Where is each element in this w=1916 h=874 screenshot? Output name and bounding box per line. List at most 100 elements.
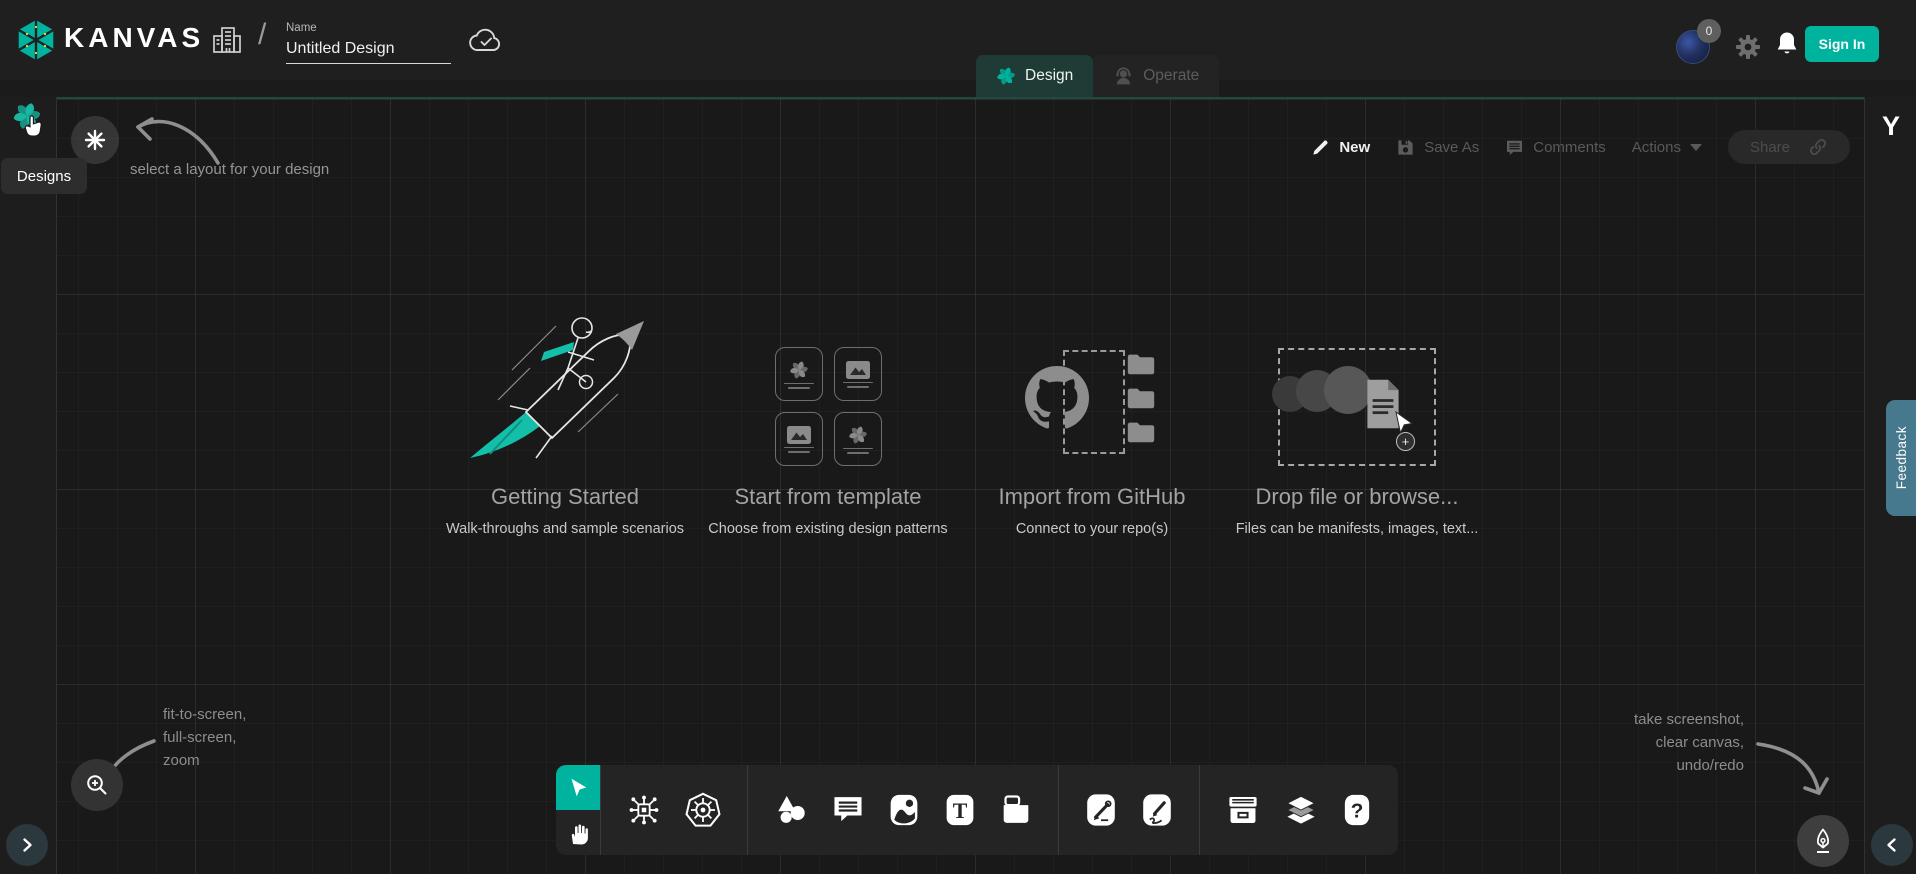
new-button[interactable]: New bbox=[1311, 138, 1370, 157]
design-name-label: Name bbox=[286, 22, 451, 34]
template-thumb-design bbox=[834, 412, 882, 466]
zoom-hint-text: fit-to-screen, full-screen, zoom bbox=[163, 703, 246, 772]
folder-icon bbox=[1127, 386, 1155, 410]
card-title: Getting Started bbox=[440, 484, 690, 510]
save-as-button[interactable]: Save As bbox=[1396, 138, 1479, 157]
template-thumb-image bbox=[834, 347, 882, 401]
kubernetes-icon bbox=[685, 792, 721, 828]
actions-dropdown[interactable]: Actions bbox=[1632, 139, 1702, 156]
rocket-illustration bbox=[440, 328, 690, 466]
plus-badge-icon: + bbox=[1396, 432, 1415, 451]
card-import-from-github[interactable]: Import from GitHub Connect to your repo(… bbox=[967, 328, 1217, 548]
shapes-tool[interactable] bbox=[774, 794, 808, 826]
hand-pointer-cursor-icon bbox=[20, 113, 46, 141]
new-label: New bbox=[1339, 139, 1370, 156]
pan-tool-button[interactable] bbox=[556, 810, 600, 855]
select-cursor-icon bbox=[565, 775, 591, 801]
dropzone-dash-box[interactable]: + bbox=[1278, 348, 1436, 466]
svg-text:?: ? bbox=[1351, 799, 1364, 822]
tab-operate[interactable]: Operate bbox=[1093, 55, 1219, 97]
magnifier-plus-icon bbox=[84, 772, 110, 798]
github-octocat-icon bbox=[1025, 366, 1089, 430]
comment-tool[interactable] bbox=[832, 794, 864, 826]
chevron-left-icon bbox=[1883, 836, 1901, 854]
canvas-hint-text: take screenshot, clear canvas, undo/redo bbox=[1634, 708, 1744, 777]
folder-icon bbox=[1127, 420, 1155, 444]
note-icon bbox=[1000, 794, 1032, 826]
canvas-bottom-toolbar: T bbox=[556, 765, 1398, 855]
github-illustration bbox=[1025, 348, 1159, 466]
image-tool[interactable] bbox=[888, 793, 920, 827]
drawer-tool[interactable] bbox=[1226, 794, 1260, 826]
folder-icon bbox=[1127, 352, 1155, 376]
comment-icon bbox=[832, 794, 864, 826]
text-tool[interactable]: T bbox=[944, 793, 976, 827]
sketch-tool[interactable] bbox=[1141, 792, 1173, 828]
caret-down-icon bbox=[1690, 144, 1702, 151]
select-layout-button[interactable] bbox=[71, 116, 119, 164]
designs-tooltip: Designs bbox=[1, 158, 87, 194]
comments-button[interactable]: Comments bbox=[1505, 138, 1606, 157]
card-subtitle: Walk-throughs and sample scenarios bbox=[440, 521, 690, 537]
select-tool-button[interactable] bbox=[556, 765, 600, 810]
sign-in-button[interactable]: Sign In bbox=[1805, 26, 1879, 62]
card-drop-file-or-browse[interactable]: + Drop file or browse... Files can be ma… bbox=[1228, 328, 1486, 548]
kanvas-hexagon-logo[interactable] bbox=[14, 18, 58, 62]
design-spiral-icon bbox=[996, 66, 1016, 86]
pan-hand-icon bbox=[565, 820, 591, 846]
app-title: KANVAS bbox=[64, 22, 204, 54]
share-label: Share bbox=[1750, 139, 1790, 156]
annotate-pen-button[interactable] bbox=[1797, 815, 1849, 867]
card-start-from-template[interactable]: Start from template Choose from existing… bbox=[703, 328, 953, 548]
operate-person-icon bbox=[1113, 66, 1134, 87]
zoom-button[interactable] bbox=[71, 759, 123, 811]
actions-label: Actions bbox=[1632, 139, 1681, 156]
feedback-label: Feedback bbox=[1894, 426, 1909, 489]
left-dock bbox=[0, 97, 57, 874]
help-tool[interactable]: ? bbox=[1342, 793, 1372, 827]
comment-icon bbox=[1505, 138, 1524, 157]
card-getting-started[interactable]: Getting Started Walk-throughs and sample… bbox=[440, 328, 690, 548]
expand-left-panel-button[interactable] bbox=[6, 824, 48, 866]
settings-gear-icon[interactable] bbox=[1735, 34, 1761, 60]
collapse-right-panel-button[interactable] bbox=[1871, 824, 1913, 866]
cloud-sync-icon[interactable] bbox=[468, 26, 504, 56]
layers-tool[interactable] bbox=[1284, 793, 1318, 827]
card-subtitle: Choose from existing design patterns bbox=[703, 521, 953, 537]
design-name-input[interactable] bbox=[286, 38, 451, 64]
canvas-grid[interactable] bbox=[0, 97, 1916, 874]
canvas-action-bar: New Save As Comments Actions Share bbox=[1311, 130, 1850, 164]
tab-design-label: Design bbox=[1025, 67, 1073, 85]
tab-design[interactable]: Design bbox=[976, 55, 1093, 97]
layers-icon bbox=[1284, 793, 1318, 827]
kubernetes-tool[interactable] bbox=[685, 792, 721, 828]
design-name-group: Name bbox=[286, 22, 451, 64]
image-icon bbox=[888, 793, 920, 827]
comments-label: Comments bbox=[1533, 139, 1606, 156]
layout-hint-text: select a layout for your design bbox=[130, 161, 329, 178]
template-thumb-design bbox=[775, 347, 823, 401]
card-title: Start from template bbox=[703, 484, 953, 510]
mode-tabbar: Design Operate bbox=[976, 55, 1219, 97]
pen-nib-icon bbox=[1809, 827, 1837, 855]
card-title: Drop file or browse... bbox=[1228, 484, 1486, 510]
share-button[interactable]: Share bbox=[1728, 130, 1850, 164]
help-icon: ? bbox=[1342, 793, 1372, 827]
feedback-tab[interactable]: Feedback bbox=[1886, 400, 1916, 516]
organization-building-icon[interactable] bbox=[210, 23, 244, 57]
tab-operate-label: Operate bbox=[1143, 67, 1199, 85]
breadcrumb-slash: / bbox=[258, 18, 266, 52]
card-subtitle: Files can be manifests, images, text... bbox=[1228, 521, 1486, 537]
provider-badge: 0 bbox=[1697, 19, 1721, 43]
share-link-icon bbox=[1808, 137, 1828, 157]
pencil-new-icon bbox=[1311, 138, 1330, 157]
card-title: Import from GitHub bbox=[967, 484, 1217, 510]
card-subtitle: Connect to your repo(s) bbox=[967, 521, 1217, 537]
template-thumb-image bbox=[775, 412, 823, 466]
component-node-tool[interactable] bbox=[627, 793, 661, 827]
svg-text:T: T bbox=[953, 799, 968, 823]
notifications-bell-icon[interactable] bbox=[1774, 30, 1800, 58]
pen-tool[interactable] bbox=[1085, 792, 1117, 828]
note-tool[interactable] bbox=[1000, 794, 1032, 826]
pen-icon bbox=[1085, 792, 1117, 828]
